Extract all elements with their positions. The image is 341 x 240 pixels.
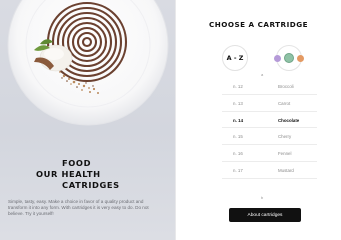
cartridge-row[interactable]: n. 15 Cherry xyxy=(222,128,317,146)
green-dot-icon xyxy=(284,53,294,63)
cartridge-row[interactable]: n. 17 Mustard xyxy=(222,162,317,179)
cartridge-number: n. 15 xyxy=(233,134,243,140)
cartridge-selector: CHOOSE A CARTRIDGE A - Z a n. 12 Broccoli… xyxy=(176,0,341,240)
cartridge-row[interactable]: n. 13 Carrot xyxy=(222,95,317,112)
cartridge-name: Chocolate xyxy=(278,117,300,123)
cartridge-number: n. 12 xyxy=(233,84,243,89)
cartridge-row[interactable]: n. 14 Chocolate xyxy=(222,112,317,129)
sort-label: A - Z xyxy=(226,54,244,62)
cartridge-name: Carrot xyxy=(278,100,291,106)
hero-headline: FOOD OUR HEALTH CATRIDGES xyxy=(36,158,136,191)
cartridge-row[interactable]: n. 16 Fennel xyxy=(222,145,317,162)
about-cartridges-button[interactable]: About cartridges xyxy=(229,208,301,222)
orange-dot-icon xyxy=(297,55,304,62)
cartridge-number: n. 14 xyxy=(233,117,244,123)
cartridge-name: Broccoli xyxy=(278,84,294,89)
list-scroll-marker-top: a xyxy=(261,72,264,77)
sort-alphabetical-button[interactable]: A - Z xyxy=(222,45,248,71)
chocolate-spiral-dessert-image xyxy=(7,0,169,126)
selector-title: CHOOSE A CARTRIDGE xyxy=(208,20,309,29)
list-scroll-marker-bottom: b xyxy=(261,195,264,200)
cartridge-number: n. 13 xyxy=(233,100,243,106)
sort-by-color-button[interactable] xyxy=(274,45,304,71)
purple-dot-icon xyxy=(274,55,281,62)
cartridge-row[interactable]: n. 12 Broccoli xyxy=(222,78,317,95)
cartridge-name: Cherry xyxy=(278,134,292,140)
headline-line-1: FOOD xyxy=(62,158,92,168)
hero-panel: FOOD OUR HEALTH CATRIDGES Simple, tasty,… xyxy=(0,0,175,240)
hero-description: Simple, tasty, easy. Make a choice in fa… xyxy=(8,199,149,217)
cartridge-list: n. 12 Broccoli n. 13 Carrot n. 14 Chocolate n.… xyxy=(222,78,317,179)
cartridge-name: Fennel xyxy=(278,151,292,157)
headline-line-2: OUR HEALTH xyxy=(36,169,101,179)
cartridge-name: Mustard xyxy=(278,167,294,173)
headline-line-3: CATRIDGES xyxy=(62,180,120,190)
cartridge-number: n. 16 xyxy=(233,151,243,157)
cartridge-number: n. 17 xyxy=(233,167,243,173)
